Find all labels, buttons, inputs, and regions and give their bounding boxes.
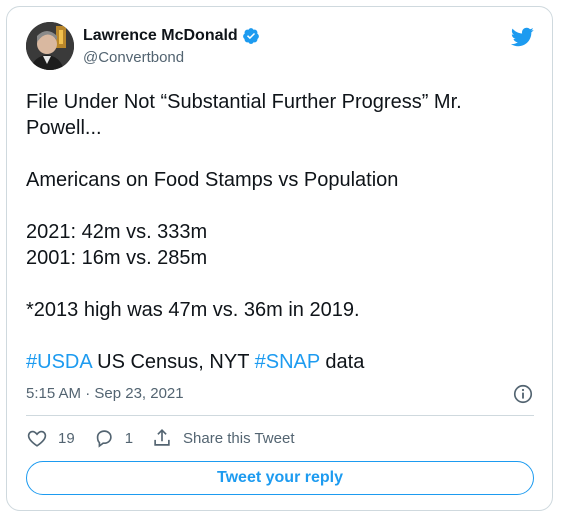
divider bbox=[26, 415, 534, 416]
heart-icon bbox=[27, 430, 47, 447]
like-button[interactable]: 19 bbox=[26, 427, 75, 449]
share-button[interactable]: Share this Tweet bbox=[151, 427, 294, 449]
tweet-text-line: Americans on Food Stamps vs Population bbox=[26, 169, 399, 191]
hashtag-usda-link[interactable]: #USDA bbox=[26, 351, 92, 373]
reply-count: 1 bbox=[124, 429, 134, 447]
tweet-card: Lawrence McDonald @Convertbond File Unde… bbox=[6, 6, 553, 511]
hashtag-snap-link[interactable]: #SNAP bbox=[255, 351, 320, 373]
tweet-text-line: #USDA US Census, NYT #SNAP data bbox=[26, 349, 526, 375]
like-count: 19 bbox=[58, 429, 75, 447]
author-name[interactable]: Lawrence McDonald bbox=[83, 27, 238, 45]
avatar[interactable] bbox=[26, 22, 74, 70]
share-label: Share this Tweet bbox=[183, 429, 295, 447]
tweet-text-line: 2001: 16m vs. 285m bbox=[26, 247, 208, 269]
tweet-text-line: File Under Not “Substantial Further Prog… bbox=[26, 91, 462, 113]
tweet-text-fragment: data bbox=[319, 351, 365, 373]
tweet-your-reply-button[interactable]: Tweet your reply bbox=[26, 461, 534, 495]
twitter-bird-icon[interactable] bbox=[510, 25, 534, 49]
verified-badge-icon bbox=[242, 27, 260, 45]
info-icon[interactable] bbox=[512, 383, 534, 405]
author-handle[interactable]: @Convertbond bbox=[83, 49, 260, 66]
tweet-text-line: *2013 high was 47m vs. 36m in 2019. bbox=[26, 299, 360, 321]
tweet-timestamp[interactable]: 5:15 AM · Sep 23, 2021 bbox=[26, 385, 184, 402]
reply-count-button[interactable]: 1 bbox=[93, 427, 133, 449]
tweet-text-line: Powell... bbox=[26, 117, 102, 139]
share-icon bbox=[154, 429, 170, 446]
author-block[interactable]: Lawrence McDonald @Convertbond bbox=[83, 25, 260, 66]
reply-icon bbox=[96, 430, 112, 448]
tweet-text: File Under Not “Substantial Further Prog… bbox=[26, 89, 526, 375]
tweet-text-fragment: US Census, NYT bbox=[91, 351, 255, 373]
tweet-text-line: 2021: 42m vs. 333m bbox=[26, 221, 208, 243]
tweet-actions: 19 1 Share this Tweet bbox=[26, 427, 312, 449]
